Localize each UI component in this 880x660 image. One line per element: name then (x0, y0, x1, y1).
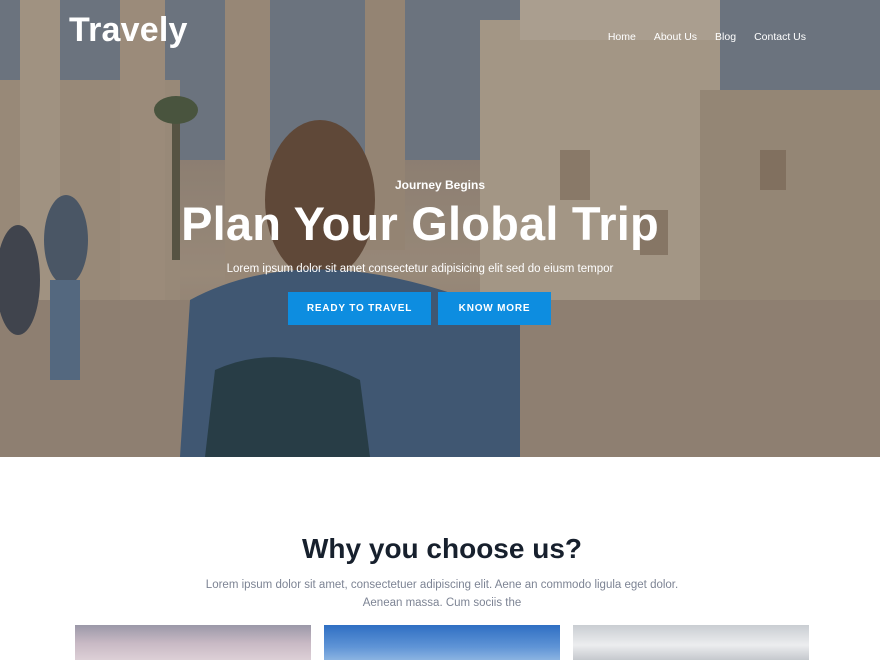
hero-title: Plan Your Global Trip (181, 197, 659, 250)
hero-section: Travely Home About Us Blog Contact Us Jo… (0, 0, 880, 457)
main-nav: Home About Us Blog Contact Us (590, 31, 806, 43)
hero-subtitle: Lorem ipsum dolor sit amet consectetur a… (226, 263, 614, 275)
ready-to-travel-button[interactable]: READY TO TRAVEL (288, 292, 431, 325)
nav-home[interactable]: Home (608, 31, 636, 43)
nav-about-us[interactable]: About Us (654, 31, 697, 43)
feature-card-image-2[interactable] (324, 625, 560, 660)
feature-card-image-1[interactable] (75, 625, 311, 660)
why-choose-us-text: Lorem ipsum dolor sit amet, consectetuer… (205, 579, 679, 609)
nav-blog[interactable]: Blog (715, 31, 736, 43)
hero-kicker: Journey Begins (394, 178, 486, 192)
feature-card-image-3[interactable] (573, 625, 809, 660)
brand-logo[interactable]: Travely (69, 11, 188, 50)
nav-contact-us[interactable]: Contact Us (754, 31, 806, 43)
know-more-button[interactable]: KNOW MORE (438, 292, 551, 325)
why-choose-us-heading: Why you choose us? (301, 533, 583, 564)
